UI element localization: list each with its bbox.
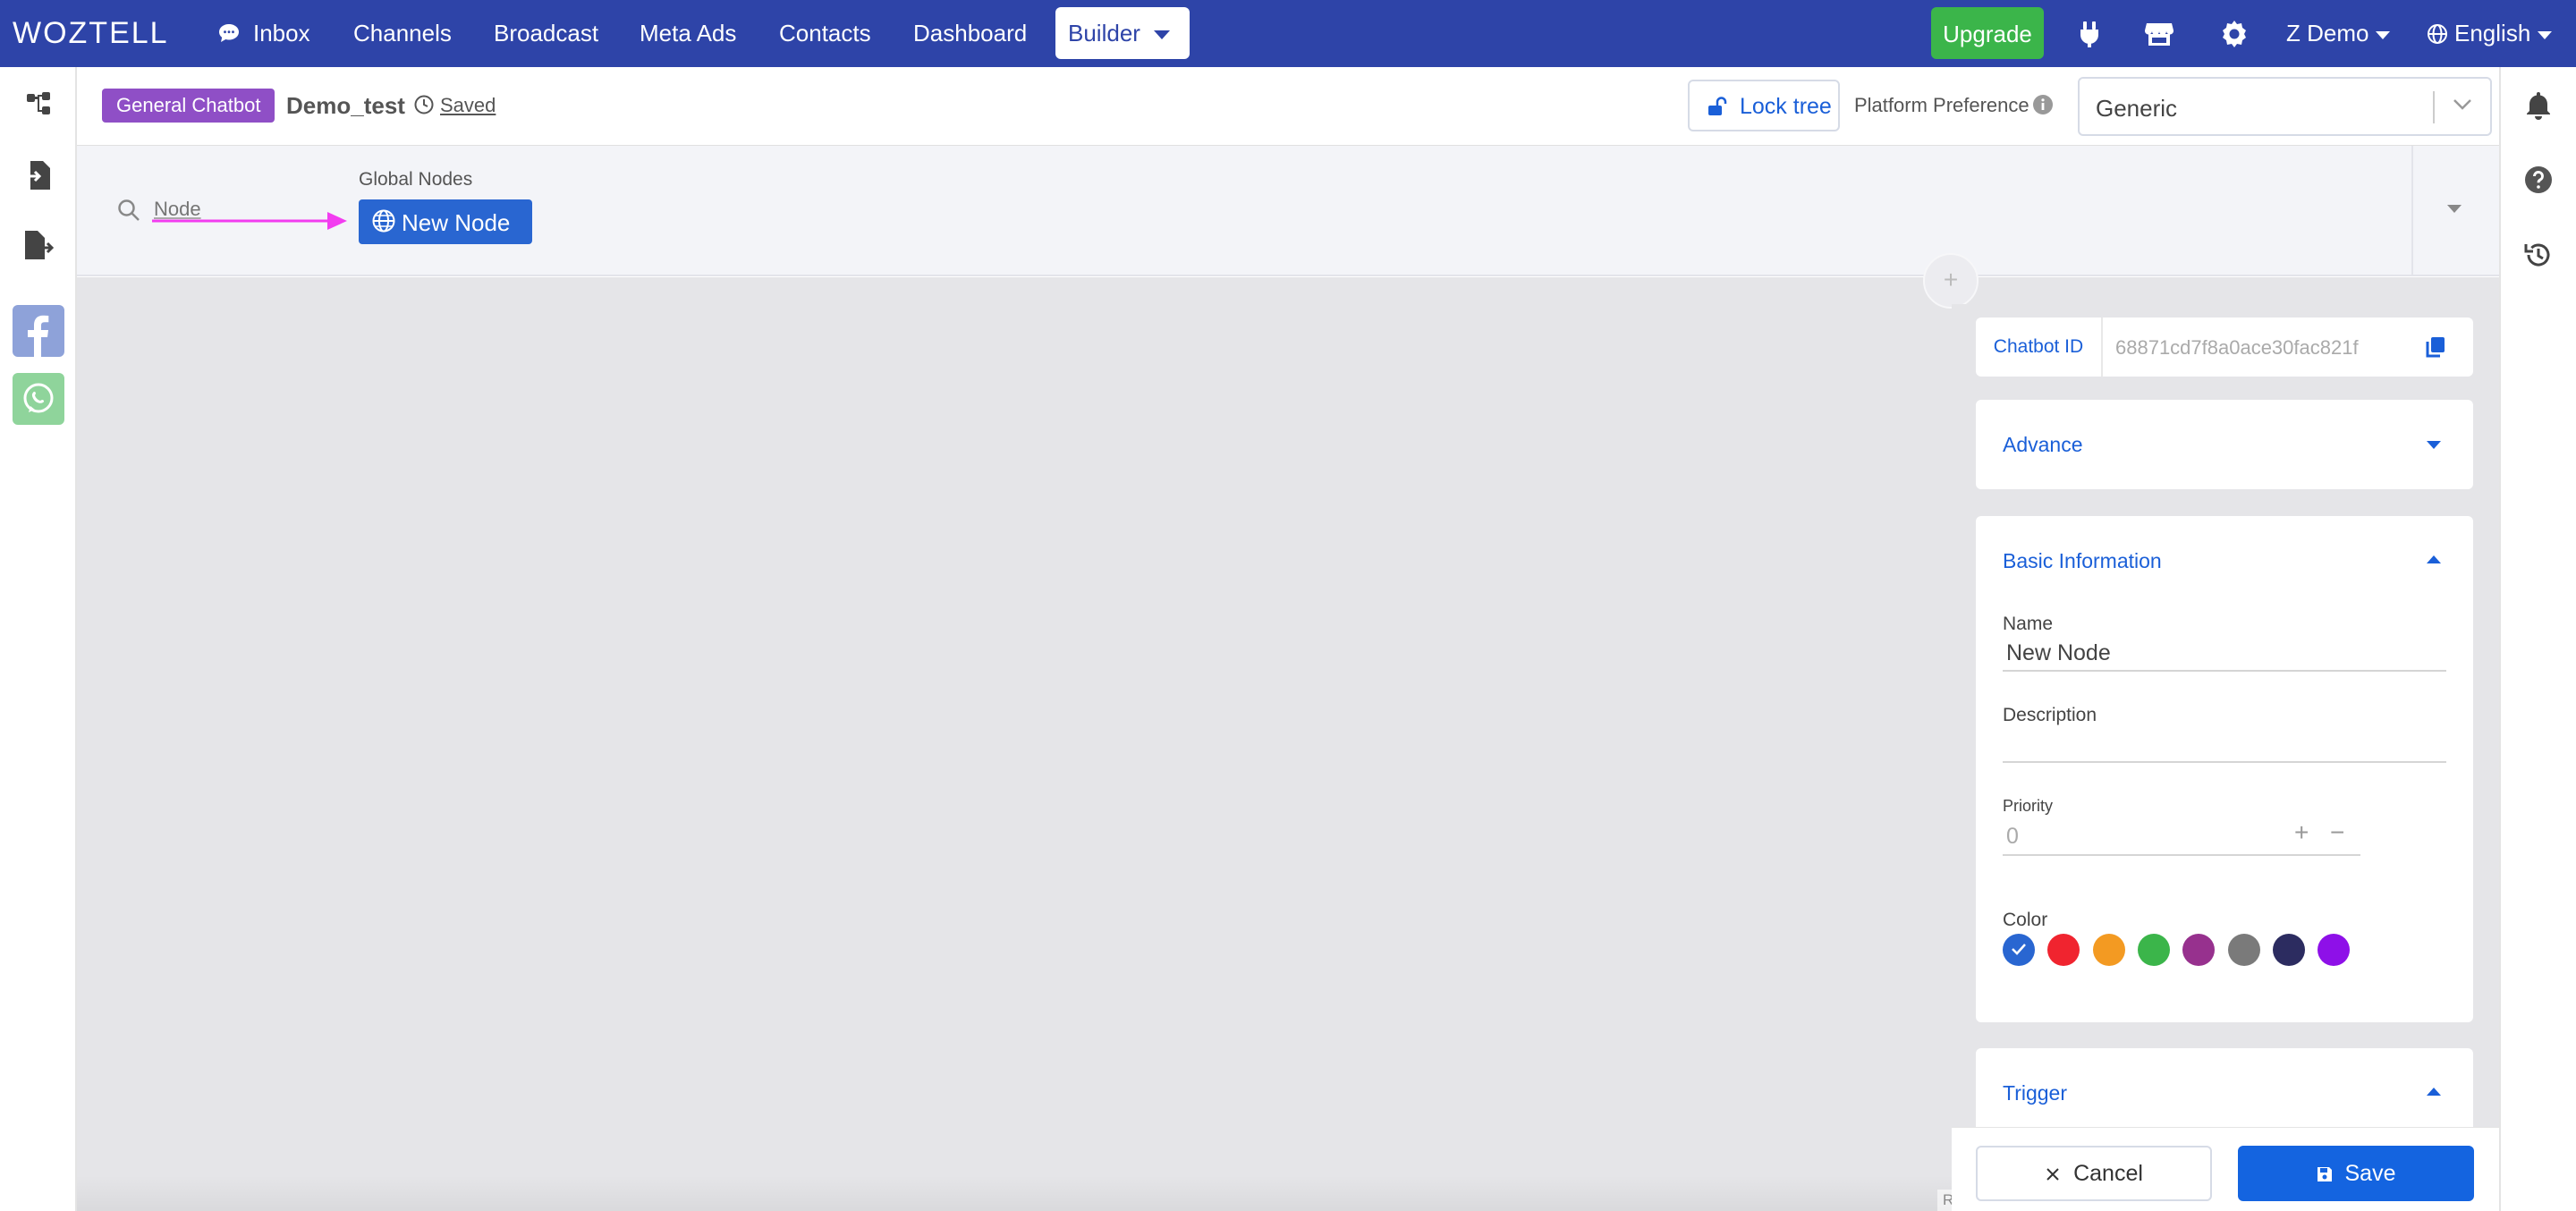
priority-stepper[interactable]: 0 + − — [2003, 818, 2360, 856]
saved-status[interactable]: Saved — [440, 94, 496, 117]
caret-down-icon — [2427, 441, 2441, 449]
caret-down-icon — [1154, 30, 1170, 39]
nav-builder-dropdown[interactable]: Builder — [1055, 7, 1190, 59]
caret-up-icon[interactable] — [2427, 555, 2441, 563]
store-icon[interactable] — [2143, 18, 2175, 50]
globe-icon — [2428, 24, 2447, 44]
language-menu[interactable]: English — [2454, 20, 2553, 47]
right-sidebar — [2499, 67, 2576, 1211]
gear-icon[interactable] — [2218, 18, 2250, 50]
user-menu[interactable]: Z Demo — [2286, 20, 2391, 47]
language-label: English — [2454, 20, 2531, 47]
caret-down-icon[interactable] — [2447, 205, 2462, 213]
search-icon — [118, 199, 140, 221]
name-label: Name — [2003, 614, 2054, 634]
caret-up-icon — [2427, 1088, 2441, 1096]
chatbot-id-value: 68871cd7f8a0ace30fac821f — [2115, 336, 2359, 359]
priority-value: 0 — [2006, 824, 2019, 849]
chat-bubble-icon — [219, 24, 239, 42]
name-input[interactable] — [2003, 636, 2446, 672]
color-swatch[interactable] — [2092, 934, 2125, 966]
chatbot-id-card: Chatbot ID 68871cd7f8a0ace30fac821f — [1976, 318, 2473, 377]
upgrade-button[interactable]: Upgrade — [1931, 7, 2044, 59]
export-file-icon[interactable] — [20, 226, 57, 264]
floppy-disk-icon — [2317, 1167, 2332, 1181]
color-swatch[interactable] — [2227, 934, 2260, 966]
select-divider — [2433, 91, 2435, 123]
history-icon[interactable] — [2522, 239, 2555, 271]
cancel-label: Cancel — [2073, 1161, 2143, 1186]
chatbot-id-label: Chatbot ID — [1976, 318, 2103, 377]
top-navbar: WOZTELL Inbox Channels Broadcast Meta Ad… — [0, 0, 2576, 67]
node-toolbar: Global Nodes New Node — [77, 146, 2499, 276]
checkmark-icon — [2012, 944, 2026, 955]
user-name: Z Demo — [2286, 20, 2369, 47]
copy-icon[interactable] — [2425, 335, 2446, 359]
platform-preference-select[interactable]: Generic — [2078, 77, 2492, 136]
left-sidebar — [0, 67, 77, 1211]
increment-icon[interactable]: + — [2294, 818, 2309, 847]
node-settings-panel: Chatbot ID 68871cd7f8a0ace30fac821f Adva… — [1952, 304, 2499, 1211]
color-swatch[interactable] — [2047, 934, 2080, 966]
unlock-icon — [1708, 97, 1727, 115]
color-swatch[interactable] — [2182, 934, 2216, 966]
chevron-down-icon — [2453, 99, 2471, 110]
lock-tree-button[interactable]: Lock tree — [1688, 80, 1840, 131]
chatbot-name[interactable]: Demo_test — [286, 92, 405, 120]
cancel-button[interactable]: Cancel — [1976, 1146, 2212, 1201]
color-swatch[interactable] — [2272, 934, 2305, 966]
builder-header: General Chatbot Demo_test Saved Lock tre… — [77, 67, 2499, 146]
advance-title: Advance — [2003, 433, 2083, 456]
nav-dashboard[interactable]: Dashboard — [913, 20, 1027, 47]
bell-icon[interactable] — [2522, 89, 2555, 121]
global-node-label: New Node — [402, 209, 511, 236]
nav-channels[interactable]: Channels — [353, 20, 452, 47]
lock-tree-label: Lock tree — [1740, 94, 1832, 119]
nav-inbox[interactable]: Inbox — [253, 20, 310, 47]
global-nodes-label: Global Nodes — [359, 169, 473, 190]
save-label: Save — [2344, 1161, 2396, 1186]
caret-down-icon — [2538, 30, 2553, 39]
canvas-shade — [77, 1175, 1955, 1211]
plug-icon[interactable] — [2073, 18, 2106, 50]
color-swatch[interactable] — [2003, 934, 2035, 966]
close-icon — [2046, 1168, 2059, 1181]
save-button[interactable]: Save — [2238, 1146, 2474, 1201]
panel-footer: Cancel Save — [1952, 1127, 2499, 1211]
chatbot-type-badge: General Chatbot — [102, 89, 275, 123]
flow-tree-icon[interactable] — [20, 85, 57, 123]
import-file-icon[interactable] — [20, 157, 57, 194]
color-swatch[interactable] — [2318, 934, 2351, 966]
platform-preference-label: Platform Preference — [1854, 94, 2029, 116]
color-label: Color — [2003, 910, 2048, 930]
description-input[interactable] — [2003, 727, 2446, 763]
help-icon[interactable] — [2522, 164, 2555, 196]
trigger-title: Trigger — [2003, 1081, 2067, 1105]
facebook-icon[interactable] — [13, 305, 64, 357]
add-node-button[interactable]: + — [1923, 253, 1979, 309]
toolbar-divider — [2411, 146, 2413, 276]
color-swatch[interactable] — [2137, 934, 2170, 966]
nav-meta-ads[interactable]: Meta Ads — [640, 20, 736, 47]
advance-section[interactable]: Advance — [1976, 400, 2473, 489]
basic-information-section: Basic Information Name Description Prior… — [1976, 516, 2473, 1022]
global-node-chip[interactable]: New Node — [359, 199, 532, 244]
whatsapp-icon[interactable] — [13, 373, 64, 425]
decrement-icon[interactable]: − — [2330, 818, 2344, 847]
trigger-section[interactable]: Trigger — [1976, 1048, 2473, 1138]
nav-contacts[interactable]: Contacts — [779, 20, 871, 47]
builder-label: Builder — [1068, 20, 1140, 47]
nav-broadcast[interactable]: Broadcast — [494, 20, 598, 47]
priority-label: Priority — [2003, 797, 2054, 815]
clock-icon — [414, 95, 434, 114]
platform-preference-value: Generic — [2096, 95, 2178, 122]
info-icon[interactable] — [2032, 94, 2054, 115]
basic-information-title[interactable]: Basic Information — [2003, 549, 2162, 573]
caret-down-icon — [2376, 30, 2391, 39]
app-logo[interactable]: WOZTELL — [13, 16, 169, 51]
description-label: Description — [2003, 705, 2097, 725]
globe-icon — [372, 209, 395, 233]
